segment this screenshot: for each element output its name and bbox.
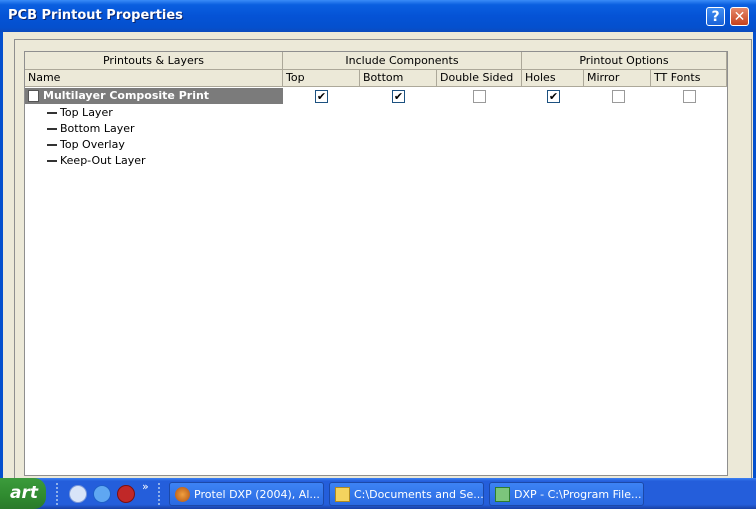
media-player-icon[interactable] xyxy=(117,485,135,503)
column-header-double-sided[interactable]: Double Sided xyxy=(437,70,522,87)
taskbar-task-dxp[interactable]: DXP - C:\Program File... xyxy=(489,482,644,506)
group-header-include-components: Include Components xyxy=(283,52,522,70)
table-row-multilayer-composite[interactable]: Multilayer Composite Print xyxy=(25,88,283,104)
group-header-printout-options: Printout Options xyxy=(522,52,727,70)
protel-app-icon xyxy=(175,487,190,502)
taskbar-grip[interactable] xyxy=(56,483,61,505)
checkbox-tt-fonts[interactable] xyxy=(683,90,696,103)
layer-line-icon xyxy=(47,144,57,146)
row-name: Multilayer Composite Print xyxy=(43,89,210,102)
close-button[interactable]: ✕ xyxy=(730,7,749,26)
printout-grid[interactable]: Printouts & Layers Include Components Pr… xyxy=(24,51,728,476)
task-label: Protel DXP (2004), Al... xyxy=(194,488,320,501)
layer-line-icon xyxy=(47,128,57,130)
list-item-layer[interactable]: Bottom Layer xyxy=(47,122,135,135)
checkbox-top[interactable]: ✔ xyxy=(315,90,328,103)
task-label: C:\Documents and Se... xyxy=(354,488,484,501)
column-header-mirror[interactable]: Mirror xyxy=(584,70,651,87)
group-header-printouts-layers: Printouts & Layers xyxy=(25,52,283,70)
task-label: DXP - C:\Program File... xyxy=(514,488,642,501)
column-header-tt-fonts[interactable]: TT Fonts xyxy=(651,70,727,87)
help-button[interactable]: ? xyxy=(706,7,725,26)
checkbox-holes[interactable]: ✔ xyxy=(547,90,560,103)
layer-label: Keep-Out Layer xyxy=(60,154,146,167)
column-header-name[interactable]: Name xyxy=(25,70,283,87)
layer-line-icon xyxy=(47,160,57,162)
checkbox-mirror[interactable] xyxy=(612,90,625,103)
start-button[interactable]: art xyxy=(0,478,46,509)
folder-icon xyxy=(335,487,350,502)
layer-label: Top Overlay xyxy=(60,138,125,151)
show-desktop-icon[interactable] xyxy=(69,485,87,503)
taskbar-grip[interactable] xyxy=(158,483,163,505)
title-bar: PCB Printout Properties ? ✕ xyxy=(0,0,756,32)
column-header-holes[interactable]: Holes xyxy=(522,70,584,87)
checkbox-double-sided[interactable] xyxy=(473,90,486,103)
list-item-layer[interactable]: Keep-Out Layer xyxy=(47,154,146,167)
checkbox-bottom[interactable]: ✔ xyxy=(392,90,405,103)
list-item-layer[interactable]: Top Overlay xyxy=(47,138,125,151)
layer-label: Bottom Layer xyxy=(60,122,135,135)
column-header-top[interactable]: Top xyxy=(283,70,360,87)
taskbar-task-documents[interactable]: C:\Documents and Se... xyxy=(329,482,484,506)
dxp-app-icon xyxy=(495,487,510,502)
layer-label: Top Layer xyxy=(60,106,113,119)
quicklaunch-overflow-icon[interactable]: » xyxy=(142,480,149,493)
layer-line-icon xyxy=(47,112,57,114)
internet-explorer-icon[interactable] xyxy=(93,485,111,503)
taskbar: art » Protel DXP (2004), Al... C:\Docume… xyxy=(0,478,756,509)
list-item-layer[interactable]: Top Layer xyxy=(47,106,113,119)
taskbar-task-protel[interactable]: Protel DXP (2004), Al... xyxy=(169,482,324,506)
document-icon xyxy=(28,90,39,102)
window-title: PCB Printout Properties xyxy=(8,8,183,23)
column-header-bottom[interactable]: Bottom xyxy=(360,70,437,87)
